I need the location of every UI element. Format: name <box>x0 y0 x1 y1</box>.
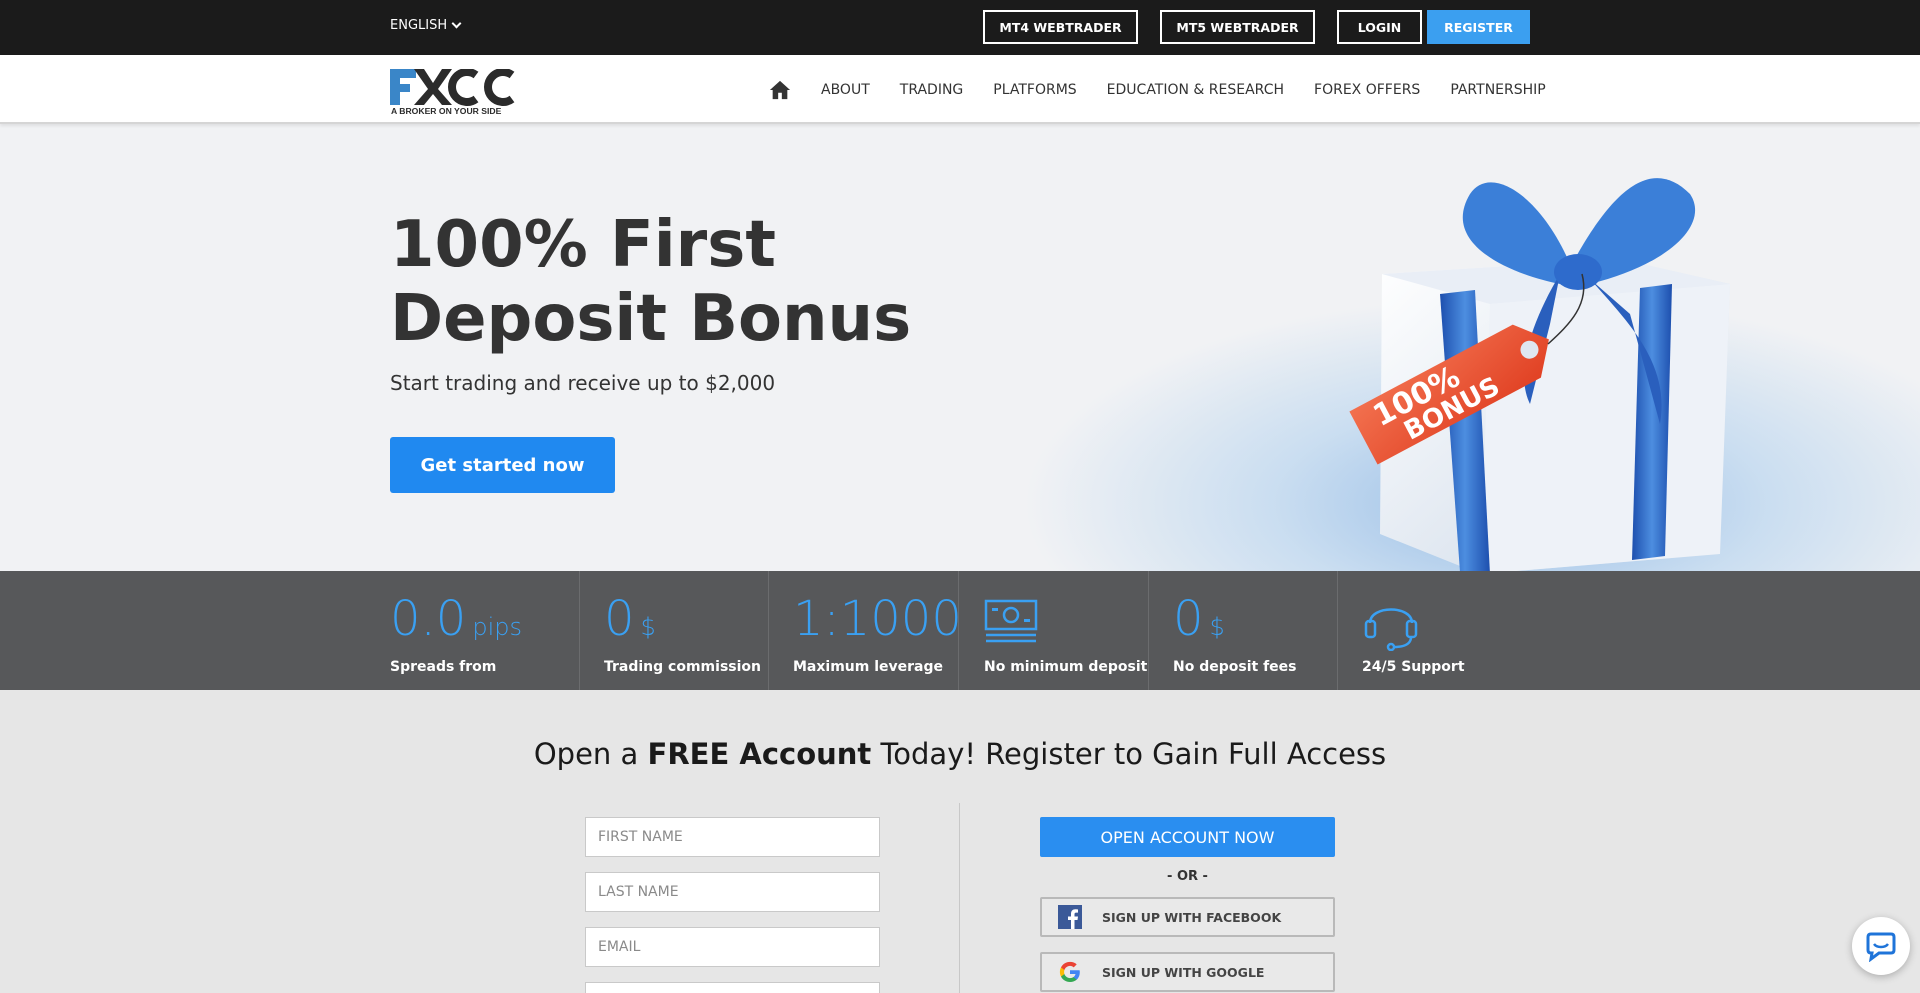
logo-tagline: A BROKER ON YOUR SIDE <box>391 106 502 115</box>
top-bar: ENGLISH MT4 WEBTRADER MT5 WEBTRADER LOGI… <box>0 0 1920 55</box>
google-icon <box>1059 961 1080 982</box>
stat-commission-value: 0 <box>604 591 635 647</box>
facebook-signup-label: SIGN UP WITH FACEBOOK <box>1102 910 1282 925</box>
live-chat-button[interactable] <box>1852 917 1910 975</box>
facebook-icon <box>1058 905 1082 929</box>
stat-deposit-fees: 0 $ No deposit fees <box>1173 571 1338 690</box>
mt4-webtrader-button[interactable]: MT4 WEBTRADER <box>983 10 1138 44</box>
nav-item-about[interactable]: ABOUT <box>821 82 870 98</box>
facebook-signup-button[interactable]: SIGN UP WITH FACEBOOK <box>1040 897 1335 937</box>
next-field[interactable] <box>585 982 880 993</box>
stat-leverage: 1:1000 Maximum leverage <box>793 571 962 690</box>
stat-spreads-value: 0.0 <box>390 591 467 647</box>
stat-leverage-value: 1:1000 <box>793 591 962 647</box>
money-icon <box>984 599 1038 643</box>
stat-leverage-label: Maximum leverage <box>793 659 944 675</box>
open-account-button[interactable]: OPEN ACCOUNT NOW <box>1040 817 1335 857</box>
last-name-field[interactable] <box>585 872 880 912</box>
login-button[interactable]: LOGIN <box>1337 10 1422 44</box>
stat-deposit-fees-label: No deposit fees <box>1173 659 1297 675</box>
hero-subtitle: Start trading and receive up to $2,000 <box>390 371 776 395</box>
fxcc-logo[interactable]: A BROKER ON YOUR SIDE <box>390 69 525 115</box>
register-heading: Open a FREE Account Today! Register to G… <box>533 737 1387 771</box>
stats-band: 0.0 pips Spreads from 0 $ Trading commissi… <box>0 571 1920 690</box>
nav-item-platforms[interactable]: PLATFORMS <box>993 82 1076 98</box>
or-separator: - OR - <box>1167 869 1208 884</box>
hero-title: 100% First Deposit Bonus <box>390 208 912 356</box>
stat-spreads-unit: pips <box>472 613 522 641</box>
google-signup-label: SIGN UP WITH GOOGLE <box>1102 965 1265 980</box>
stat-spreads: 0.0 pips Spreads from <box>390 571 580 690</box>
stat-min-deposit-label: No minimum deposit <box>984 659 1148 675</box>
nav-item-education-research[interactable]: EDUCATION & RESEARCH <box>1107 82 1284 98</box>
stat-commission: 0 $ Trading commission <box>604 571 769 690</box>
nav-item-partnership[interactable]: PARTNERSHIP <box>1450 82 1545 98</box>
stat-deposit-fees-unit: $ <box>1209 613 1225 641</box>
get-started-button[interactable]: Get started now <box>390 437 615 493</box>
register-heading-bold: FREE Account <box>647 737 872 771</box>
form-divider <box>959 803 960 993</box>
nav-item-forex-offers[interactable]: FOREX OFFERS <box>1314 82 1420 98</box>
nav-item-trading[interactable]: TRADING <box>900 82 964 98</box>
chat-icon <box>1866 932 1896 962</box>
stat-commission-unit: $ <box>640 613 656 641</box>
mt5-webtrader-button[interactable]: MT5 WEBTRADER <box>1160 10 1315 44</box>
home-icon[interactable] <box>769 79 791 101</box>
email-field[interactable] <box>585 927 880 967</box>
language-selector[interactable]: ENGLISH <box>390 18 462 33</box>
gift-box-image: 100% BONUS <box>1349 178 1730 571</box>
language-label: ENGLISH <box>390 18 448 33</box>
stat-support: 24/5 Support <box>1362 571 1527 690</box>
first-name-field[interactable] <box>585 817 880 857</box>
google-signup-button[interactable]: SIGN UP WITH GOOGLE <box>1040 952 1335 992</box>
register-button[interactable]: REGISTER <box>1427 10 1530 44</box>
stat-support-label: 24/5 Support <box>1362 659 1465 675</box>
chevron-down-icon <box>451 18 462 29</box>
stat-deposit-fees-value: 0 <box>1173 591 1204 647</box>
stat-min-deposit: No minimum deposit <box>984 571 1149 690</box>
main-navbar: A BROKER ON YOUR SIDE ABOUT TRADING PLAT… <box>0 55 1920 124</box>
hero-banner: 100% First Deposit Bonus Start trading a… <box>0 124 1920 571</box>
headset-icon <box>1364 608 1418 651</box>
stat-spreads-label: Spreads from <box>390 659 497 675</box>
stat-commission-label: Trading commission <box>604 659 761 675</box>
primary-nav: ABOUT TRADING PLATFORMS EDUCATION & RESE… <box>769 55 1546 124</box>
